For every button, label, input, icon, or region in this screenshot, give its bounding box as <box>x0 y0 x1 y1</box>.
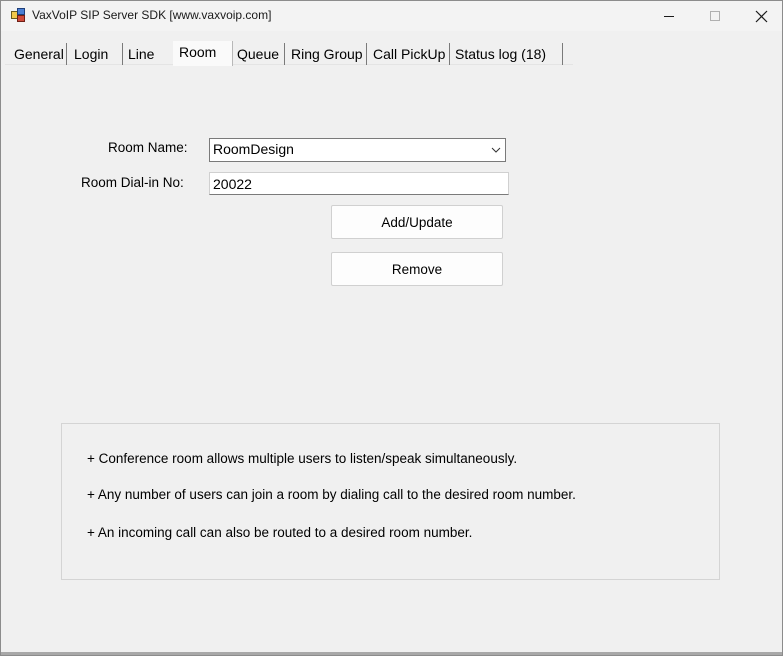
room-name-label: Room Name: <box>108 140 188 155</box>
close-icon <box>755 10 767 22</box>
room-name-value: RoomDesign <box>213 141 294 157</box>
tab-status-log[interactable]: Status log (18) <box>450 43 563 65</box>
minimize-icon <box>664 16 674 17</box>
tab-label: Status log (18) <box>455 46 547 62</box>
add-update-button[interactable]: Add/Update <box>331 205 503 239</box>
tab-line[interactable]: Line <box>123 43 174 65</box>
chevron-down-icon[interactable] <box>490 145 502 155</box>
tab-label: Login <box>74 46 109 62</box>
tab-label: Call PickUp <box>373 46 446 62</box>
info-line: + An incoming call can also be routed to… <box>87 525 473 540</box>
tab-label: Room <box>179 44 217 60</box>
maximize-button[interactable] <box>692 1 738 31</box>
tab-login[interactable]: Login <box>69 43 123 65</box>
tab-label: Ring Group <box>291 46 363 62</box>
tab-room[interactable]: Room <box>173 41 233 66</box>
info-line: + Conference room allows multiple users … <box>87 451 518 466</box>
app-window: VaxVoIP SIP Server SDK [www.vaxvoip.com]… <box>0 0 783 656</box>
tab-call-pickup[interactable]: Call PickUp <box>368 43 450 65</box>
maximize-icon <box>710 11 720 21</box>
room-name-combobox[interactable]: RoomDesign <box>209 138 506 162</box>
dial-in-input[interactable] <box>209 172 509 195</box>
dial-in-label: Room Dial-in No: <box>81 175 184 190</box>
tab-general[interactable]: General <box>9 43 67 65</box>
info-line: + Any number of users can join a room by… <box>87 487 576 502</box>
title-bar: VaxVoIP SIP Server SDK [www.vaxvoip.com] <box>1 1 782 31</box>
app-icon <box>11 8 25 22</box>
info-panel: + Conference room allows multiple users … <box>61 423 720 580</box>
close-button[interactable] <box>738 1 782 31</box>
window-bottom-border <box>1 652 782 655</box>
tab-label: General <box>14 46 64 62</box>
tab-label: Queue <box>237 46 280 62</box>
tab-ring-group[interactable]: Ring Group <box>286 43 367 65</box>
minimize-button[interactable] <box>646 1 692 31</box>
remove-button[interactable]: Remove <box>331 252 503 286</box>
tab-queue[interactable]: Queue <box>232 43 285 65</box>
tab-label: Line <box>128 46 155 62</box>
window-title: VaxVoIP SIP Server SDK [www.vaxvoip.com] <box>32 8 272 22</box>
